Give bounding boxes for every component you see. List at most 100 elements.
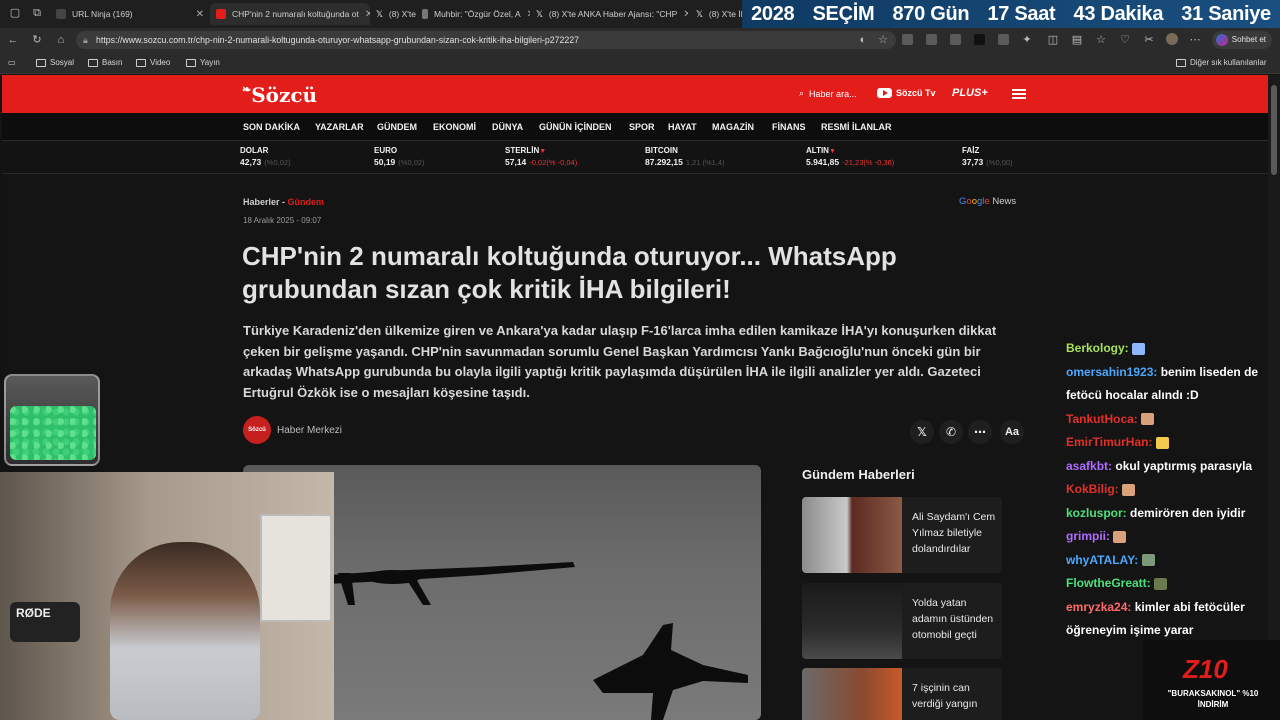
more-menu-icon[interactable]: ⋯ bbox=[1188, 33, 1202, 47]
nav-son-dakika[interactable]: SON DAKİKA bbox=[243, 122, 300, 132]
ticker-value: 5.941,85 bbox=[806, 157, 840, 167]
tab-x-anka[interactable]: 𝕏 (8) X'te ANKA Haber Ajansı: "CHP ✕ bbox=[530, 3, 688, 25]
other-bookmarks-folder[interactable]: Diğer sık kullanılanlar bbox=[1176, 58, 1266, 67]
article-author[interactable]: Sözcü Haber Merkezi bbox=[243, 416, 342, 444]
sidebar-toggle-icon[interactable]: ▤ bbox=[1070, 33, 1084, 47]
countdown-hours: 17 Saat bbox=[987, 2, 1056, 25]
ticker-bitcoin[interactable]: BITCOIN 87.292,15 1,21 (%1,4) bbox=[645, 145, 725, 167]
nav-gundem[interactable]: GÜNDEM bbox=[377, 122, 417, 132]
tab-actions-icon[interactable]: ⧉ bbox=[30, 6, 44, 20]
nav-ekonomi[interactable]: EKONOMİ bbox=[433, 122, 476, 132]
countdown-seconds: 31 Saniye bbox=[1181, 2, 1271, 25]
search-label: Haber ara... bbox=[809, 88, 857, 99]
ticker-value: 50,19 bbox=[374, 157, 396, 167]
ticker-altin[interactable]: ALTIN▼ 5.941,85 -21,23(% -0,36) bbox=[806, 145, 894, 167]
streamer bbox=[110, 542, 260, 720]
main-navigation: SON DAKİKA YAZARLAR GÜNDEM EKONOMİ DÜNYA… bbox=[2, 113, 1268, 141]
favorite-star-icon[interactable]: ☆ bbox=[876, 33, 890, 47]
ticker-faiz[interactable]: FAİZ 37,73 (%0,00) bbox=[962, 145, 1013, 167]
close-tab-icon[interactable]: ✕ bbox=[196, 9, 204, 20]
sponsor-logo-letter: Z bbox=[1183, 654, 1199, 684]
breadcrumb: Haberler - Gündem bbox=[243, 197, 324, 207]
ticker-euro[interactable]: EURO 50,19 (%0,02) bbox=[374, 145, 425, 167]
countdown-minutes: 43 Dakika bbox=[1073, 2, 1164, 25]
chat-username: TankutHoca: bbox=[1066, 411, 1142, 426]
bookmark-folder-sosyal[interactable]: Sosyal bbox=[36, 58, 74, 67]
nav-finans[interactable]: FİNANS bbox=[772, 122, 806, 132]
bookmark-folder-yayin[interactable]: Yayın bbox=[186, 58, 220, 67]
nav-magazin[interactable]: MAGAZİN bbox=[712, 122, 754, 132]
breadcrumb-section[interactable]: Gündem bbox=[288, 197, 325, 207]
reading-list-icon[interactable]: ▭ bbox=[8, 58, 16, 67]
google-logo-icon: Google bbox=[959, 196, 990, 207]
scrollbar-thumb[interactable] bbox=[1271, 85, 1277, 175]
copilot-chat-button[interactable]: Sohbet et bbox=[1211, 31, 1272, 49]
extension-icon[interactable] bbox=[902, 34, 913, 45]
plus-link[interactable]: PLUS+ bbox=[952, 87, 988, 99]
tab-x-il[interactable]: 𝕏 (8) X'te İl bbox=[690, 3, 745, 25]
sidebar-news-card[interactable]: Ali Saydam'ı Cem Yılmaz biletiyle doland… bbox=[802, 497, 1002, 573]
reload-icon[interactable]: ↻ bbox=[30, 33, 44, 47]
extension-icon[interactable] bbox=[998, 34, 1009, 45]
chat-button-label: Sohbet et bbox=[1231, 35, 1266, 44]
menu-icon[interactable] bbox=[1012, 89, 1026, 99]
google-news-link[interactable]: Google News bbox=[959, 196, 1016, 207]
screenshot-icon[interactable]: ✂ bbox=[1142, 33, 1156, 47]
tab-url-ninja[interactable]: URL Ninja (169) ✕ bbox=[50, 3, 210, 25]
x-icon: 𝕏 bbox=[376, 8, 383, 19]
author-avatar: Sözcü bbox=[243, 416, 271, 444]
bookmark-folder-video[interactable]: Video bbox=[136, 58, 170, 67]
ticker-value: 37,73 bbox=[962, 157, 984, 167]
extension-icon[interactable] bbox=[926, 34, 937, 45]
youtube-icon bbox=[877, 88, 892, 98]
sozcu-favicon bbox=[216, 9, 226, 19]
font-size-icon[interactable]: Aa bbox=[1000, 420, 1024, 444]
extensions-puzzle-icon[interactable]: ✦ bbox=[1020, 33, 1034, 47]
close-tab-icon[interactable]: ✕ bbox=[683, 9, 688, 20]
sidebar-news-card[interactable]: 7 işçinin can verdiği yangın bbox=[802, 668, 1002, 720]
nav-spor[interactable]: SPOR bbox=[629, 122, 655, 132]
donation-jar-widget bbox=[4, 374, 100, 466]
tab-label: (8) X'te bbox=[388, 9, 416, 19]
nav-dunya[interactable]: DÜNYA bbox=[492, 122, 523, 132]
site-logo[interactable]: ❧Sözcü bbox=[242, 83, 317, 107]
profile-avatar[interactable] bbox=[1166, 33, 1178, 45]
more-icon[interactable]: ⋯ bbox=[968, 420, 992, 444]
back-icon[interactable]: ← bbox=[6, 33, 20, 47]
extension-icon[interactable] bbox=[950, 34, 961, 45]
reader-icon[interactable]: ◐ bbox=[856, 33, 870, 47]
breadcrumb-home[interactable]: Haberler bbox=[243, 197, 280, 207]
sozcu-tv-link[interactable]: Sözcü Tv bbox=[877, 88, 936, 98]
news-card-title: 7 işçinin can verdiği yangın bbox=[912, 682, 978, 710]
down-arrow-icon: ▼ bbox=[828, 148, 836, 155]
news-thumbnail bbox=[802, 497, 902, 573]
health-icon[interactable]: ♡ bbox=[1118, 33, 1132, 47]
tab-x-muhbir[interactable]: 𝕏 (8) X'te Muhbir: "Özgür Özel, A ✕ bbox=[370, 3, 530, 25]
favorites-icon[interactable]: ☆ bbox=[1094, 33, 1108, 47]
breadcrumb-separator: - bbox=[279, 197, 288, 207]
ticker-dolar[interactable]: DOLAR 42,73 (%0,02) bbox=[240, 145, 291, 167]
site-search[interactable]: ⌕ Haber ara... bbox=[799, 88, 857, 99]
nav-gunun-icinden[interactable]: GÜNÜN İÇİNDEN bbox=[539, 122, 612, 132]
ticker-change: (%0,00) bbox=[986, 158, 1013, 167]
sidebar-news-card[interactable]: Yolda yatan adamın üstünden otomobil geç… bbox=[802, 583, 1002, 659]
address-input[interactable]: 🔒︎ https://www.sozcu.com.tr/chp-nin-2-nu… bbox=[76, 31, 896, 49]
extension-icon[interactable] bbox=[974, 34, 985, 45]
split-screen-icon[interactable]: ◫ bbox=[1046, 33, 1060, 47]
workspaces-icon[interactable]: ▢ bbox=[8, 6, 22, 20]
folder-icon bbox=[36, 58, 46, 67]
nav-yazarlar[interactable]: YAZARLAR bbox=[315, 122, 364, 132]
whatsapp-share-icon[interactable]: ✆ bbox=[939, 420, 963, 444]
mic-brand-label: RØDE bbox=[16, 606, 51, 620]
microphone: RØDE bbox=[10, 602, 80, 642]
home-icon[interactable]: ⌂ bbox=[54, 33, 68, 47]
ticker-name: ALTIN bbox=[806, 146, 829, 155]
bookmark-folder-basin[interactable]: Basın bbox=[88, 58, 122, 67]
ticker-sterlin[interactable]: STERLİN▼ 57,14 -0,02(% -0,04) bbox=[505, 145, 577, 167]
tab-sozcu-article[interactable]: CHP'nin 2 numaralı koltuğunda ot ✕ bbox=[210, 3, 370, 25]
x-share-icon[interactable]: 𝕏 bbox=[910, 420, 934, 444]
countdown-year: 2028 bbox=[751, 2, 795, 25]
nav-hayat[interactable]: HAYAT bbox=[668, 122, 697, 132]
ticker-value: 87.292,15 bbox=[645, 157, 683, 167]
nav-resmi-ilanlar[interactable]: RESMİ İLANLAR bbox=[821, 122, 892, 132]
